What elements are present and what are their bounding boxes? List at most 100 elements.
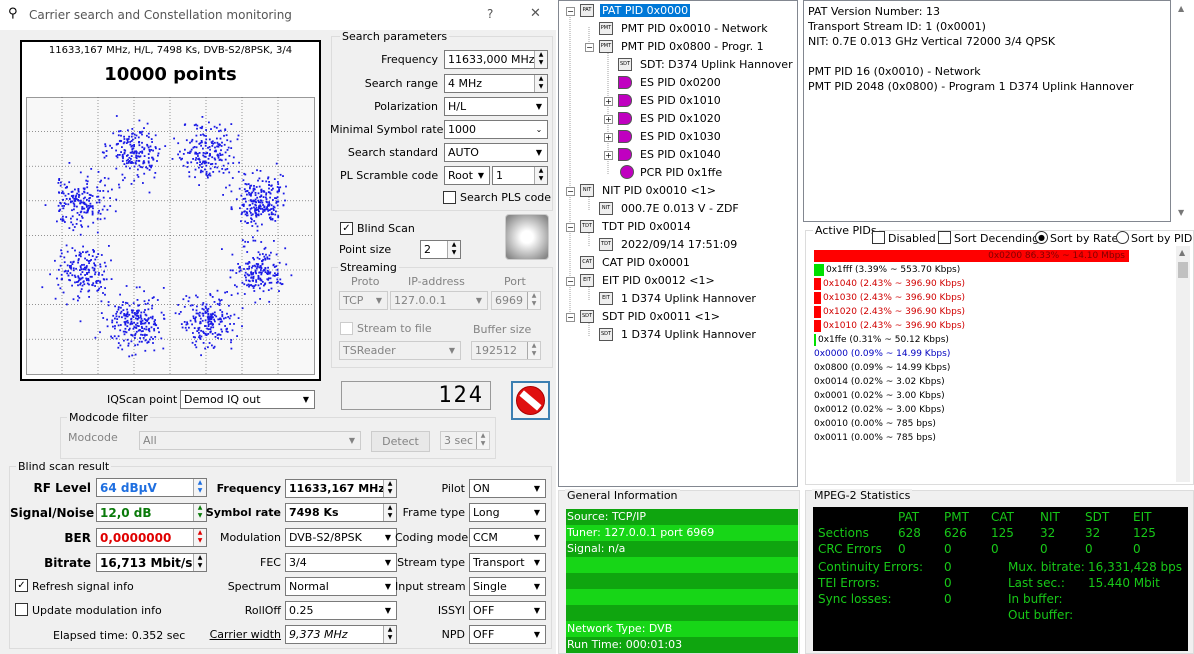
modulation-select[interactable]: DVB-S2/8PSK ▼ [285,528,397,547]
constellation-point [154,319,156,321]
update-modulation-checkbox[interactable] [15,603,28,616]
tree-item-cat[interactable]: CAT PID 0x0001 [602,256,690,269]
tree-item-es-1030[interactable]: ES PID 0x1030 [640,130,721,143]
modcode-select[interactable]: All ▼ [139,431,361,450]
constellation-point [62,198,64,201]
expand-tdt[interactable]: − [566,223,575,232]
spectrum-select[interactable]: Normal ▼ [285,577,397,596]
polarization-select[interactable]: H/L ▼ [444,97,548,116]
constellation-point [61,205,64,207]
close-icon[interactable]: ✕ [530,6,541,21]
expand-pat[interactable]: − [566,7,575,16]
mpeg-value: 0 [944,592,952,606]
expand-pmt2[interactable]: − [585,43,594,52]
detect-button[interactable]: Detect [371,431,430,452]
reader-select[interactable]: TSReader ▼ [339,341,461,360]
constellation-point [148,169,151,171]
tree-item-es-1020[interactable]: ES PID 0x1020 [640,112,721,125]
general-info-title: General Information [565,489,680,502]
stream-tree[interactable]: − PAT PAT PID 0x0000 PMT PMT PID 0x0010 … [558,0,798,487]
constellation-point [264,267,267,269]
stop-button[interactable] [511,381,550,420]
constellation-point [248,192,250,194]
tree-item-pat[interactable]: PAT PID 0x0000 [600,4,691,17]
pl-scramble-mode-select[interactable]: Root ▼ [444,166,490,185]
satellite-dish-icon[interactable] [505,214,549,260]
tree-item-pmt-progr1[interactable]: PMT PID 0x0800 - Progr. 1 [621,40,764,53]
blind-scan-checkbox[interactable]: ✓ [340,222,353,235]
iqscan-select[interactable]: Demod IQ out ▼ [180,390,315,409]
detect-time-input[interactable]: 3 sec ▲ ▼ [440,431,490,450]
expand-es4[interactable]: + [604,133,613,142]
tree-item-pmt-network[interactable]: PMT PID 0x0010 - Network [621,22,768,35]
carrier-width-label[interactable]: Carrier width [190,628,281,641]
constellation-point [185,295,188,297]
ip-select[interactable]: 127.0.0.1 ▼ [390,291,488,310]
expand-nit[interactable]: − [566,187,575,196]
tree-item-tdt-time[interactable]: 2022/09/14 17:51:09 [621,238,737,251]
tree-item-sdt-service[interactable]: SDT: D374 Uplink Hannover [640,58,793,71]
port-input[interactable]: 6969 ▲ ▼ [491,291,541,310]
search-pls-checkbox[interactable] [443,191,456,204]
disabled-checkbox[interactable] [872,231,885,244]
constellation-point [207,325,210,327]
tree-item-nit-entry[interactable]: 000.7E 0.013 V - ZDF [621,202,739,215]
sort-descending-checkbox[interactable] [938,231,951,244]
constellation-point [81,192,84,195]
pid-scrollbar[interactable]: ▲ [1176,246,1190,482]
search-standard-select[interactable]: AUTO ▼ [444,143,548,162]
constellation-point [247,283,250,286]
constellation-point [118,130,120,133]
constellation-point [106,208,109,211]
tree-item-pcr[interactable]: PCR PID 0x1ffe [640,166,722,179]
frequency-input[interactable]: 11633,000 MHz ▲ ▼ [444,50,548,69]
constellation-point [246,212,249,214]
tree-item-nit[interactable]: NIT PID 0x0010 <1> [602,184,716,197]
expand-es2[interactable]: + [604,97,613,106]
constellation-point [135,330,138,333]
tree-item-es-0200[interactable]: ES PID 0x0200 [640,76,721,89]
constellation-point [135,159,138,162]
expand-sdt[interactable]: − [566,313,575,322]
constellation-point [218,323,221,326]
tree-item-sdt[interactable]: SDT PID 0x0011 <1> [602,310,720,323]
expand-eit[interactable]: − [566,277,575,286]
constellation-point [118,140,121,142]
help-icon[interactable]: ? [487,7,493,21]
rolloff-select[interactable]: 0.25 ▼ [285,601,397,620]
search-range-input[interactable]: 4 MHz ▲ ▼ [444,74,548,93]
pilot-select[interactable]: ON ▼ [469,479,546,498]
expand-es5[interactable]: + [604,151,613,160]
expand-es3[interactable]: + [604,115,613,124]
frame-type-select[interactable]: Long ▼ [469,503,546,522]
refresh-signal-checkbox[interactable]: ✓ [15,579,28,592]
constellation-point [220,299,223,301]
pid-row: 0x1ffe (0.31% ~ 50.12 Kbps) [814,333,949,347]
tree-item-tdt[interactable]: TDT PID 0x0014 [602,220,691,233]
tree-item-eit[interactable]: EIT PID 0x0012 <1> [602,274,715,287]
tree-item-eit-entry[interactable]: 1 D374 Uplink Hannover [621,292,756,305]
min-symbol-rate-select[interactable]: 1000 ⌄ [444,120,548,139]
tree-item-sdt-entry[interactable]: 1 D374 Uplink Hannover [621,328,756,341]
stream-to-file-checkbox[interactable] [340,322,353,335]
sort-rate-radio[interactable]: ● [1035,231,1048,244]
stream-type-select[interactable]: Transport ▼ [469,553,546,572]
input-stream-select[interactable]: Single ▼ [469,577,546,596]
fec-select[interactable]: 3/4 ▼ [285,553,397,572]
stream-to-file-label: Stream to file [357,322,432,335]
constellation-point [102,196,105,199]
constellation-point [196,162,199,164]
npd-select[interactable]: OFF ▼ [469,625,546,644]
issyi-select[interactable]: OFF ▼ [469,601,546,620]
sort-pid-radio[interactable] [1116,231,1129,244]
tree-item-es-1040[interactable]: ES PID 0x1040 [640,148,721,161]
pl-scramble-code-input[interactable]: 1 ▲ ▼ [492,166,548,185]
coding-mode-select[interactable]: CCM ▼ [469,528,546,547]
point-size-input[interactable]: 2 ▲ ▼ [420,240,461,259]
tree-item-es-1010[interactable]: ES PID 0x1010 [640,94,721,107]
buffer-size-input[interactable]: 192512 ▲ ▼ [471,341,541,360]
constellation-point [254,301,257,304]
pl-scramble-label: PL Scramble code [340,169,439,182]
proto-select[interactable]: TCP ▼ [339,291,388,310]
details-scrollbar[interactable]: ▲ ▼ [1174,0,1194,222]
